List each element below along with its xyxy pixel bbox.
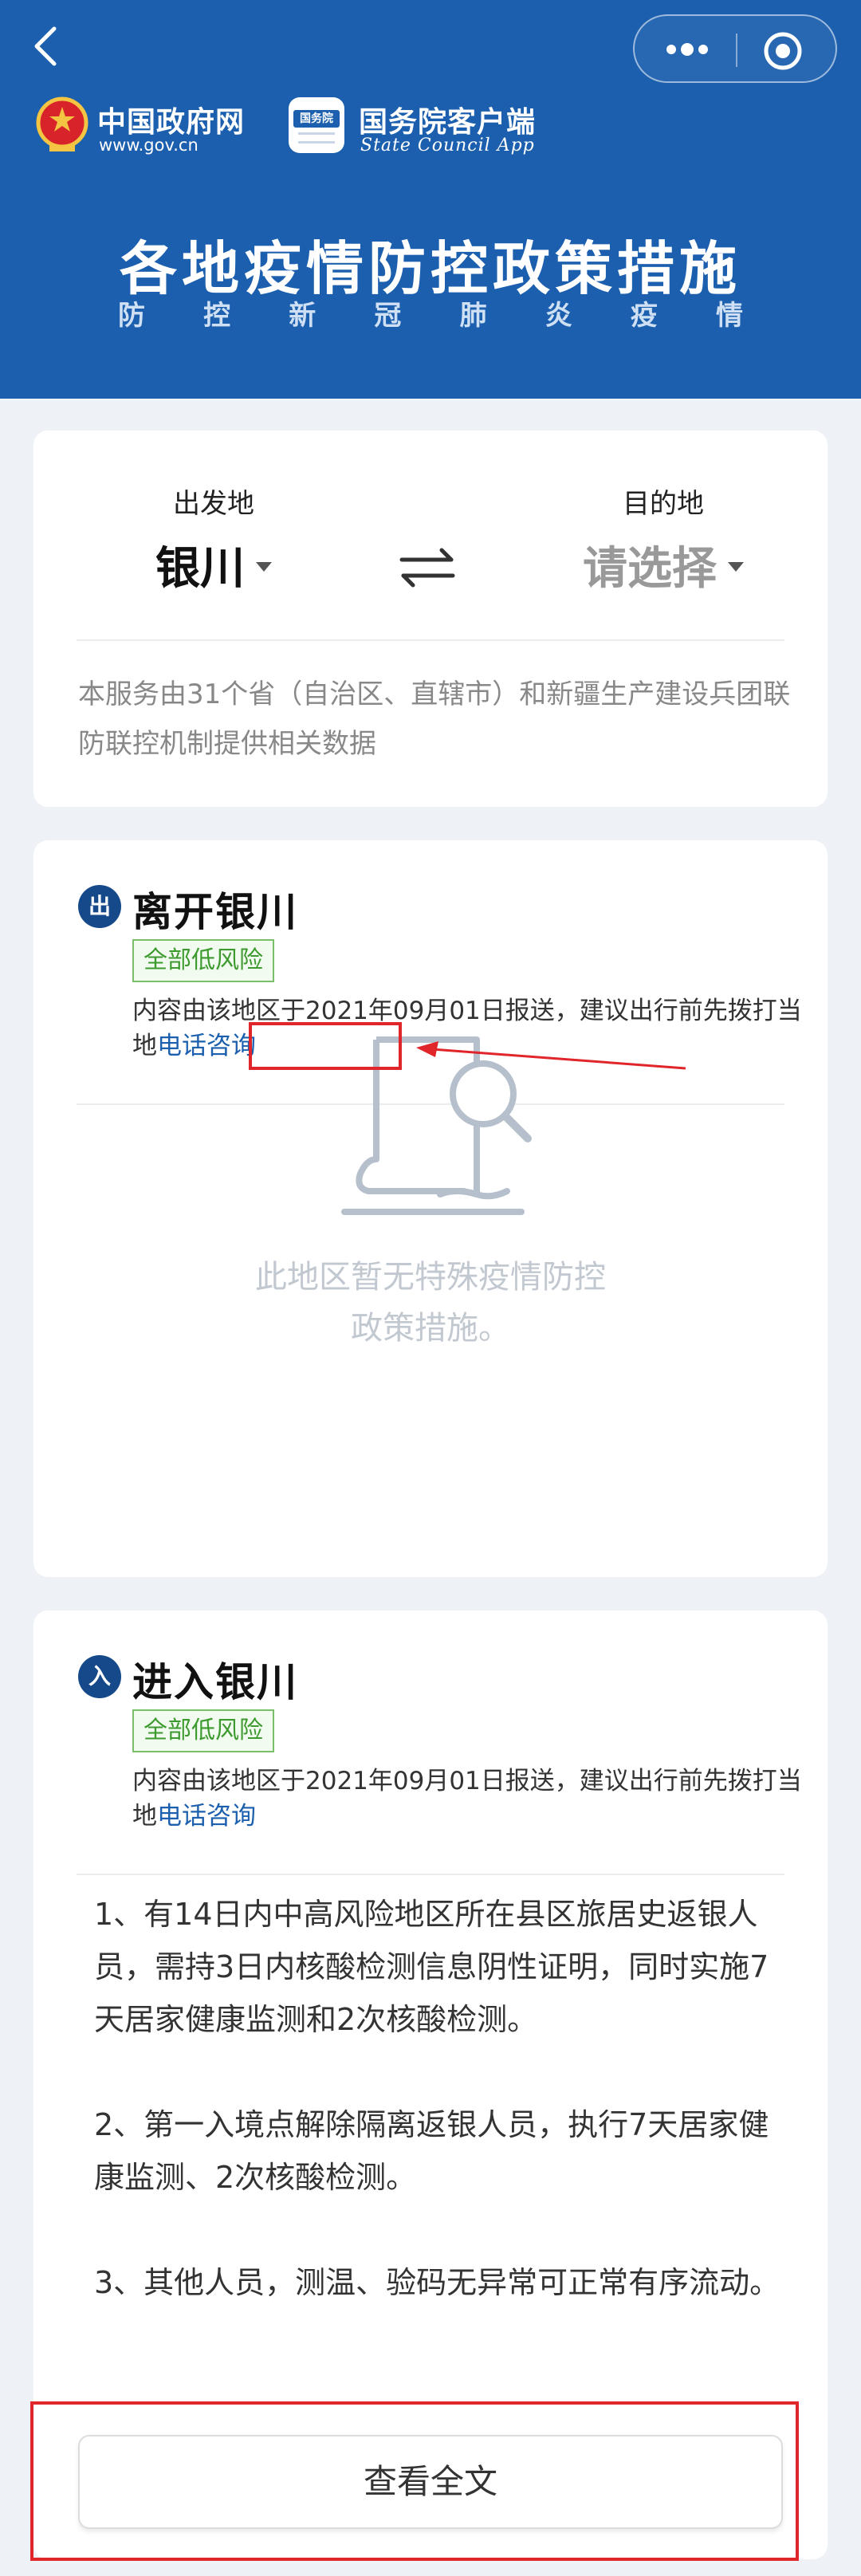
divider	[77, 1874, 784, 1875]
state-council-app-icon: 国务院	[289, 97, 344, 153]
departure-select[interactable]: 银川	[110, 533, 317, 597]
phone-consult-link[interactable]: 电话咨询	[157, 1032, 256, 1060]
page-subtitle: 防 控 新 冠 肺 炎 疫 情	[118, 293, 743, 332]
close-mini-program-icon[interactable]	[762, 30, 804, 72]
risk-level-tag: 全部低风险	[132, 1709, 274, 1752]
enter-badge: 入	[78, 1655, 121, 1698]
gov-site-name: 中国政府网	[97, 106, 246, 139]
enter-title: 进入银川	[132, 1659, 298, 1705]
subtitle-char: 疫	[630, 300, 658, 332]
subtitle-char: 冠	[374, 300, 402, 332]
dropdown-caret-icon	[256, 561, 272, 572]
leave-card: 出 离开银川 全部低风险 内容由该地区于2021年09月01日报送，建议出行前先…	[33, 840, 828, 1577]
destination-label: 目的地	[623, 488, 704, 520]
subtitle-char: 控	[203, 300, 231, 332]
annotation-arrow-icon	[416, 1041, 686, 1070]
report-info: 内容由该地区于2021年09月01日报送，建议出行前先拨打当地电话咨询	[132, 1764, 818, 1834]
sc-logo-text: 国务院	[300, 112, 333, 125]
departure-label: 出发地	[173, 488, 254, 520]
destination-value: 请选择	[583, 543, 717, 595]
annotation-highlight-box	[249, 1022, 402, 1070]
leave-badge: 出	[78, 885, 121, 928]
gov-site-url: www.gov.cn	[99, 136, 199, 155]
back-arrow-icon[interactable]	[24, 22, 72, 70]
subtitle-char: 炎	[545, 300, 572, 332]
route-card: 出发地 银川 目的地 请选择 本服务由31个省（自治区、直辖市）和新疆生产建设兵…	[33, 431, 828, 807]
service-note: 本服务由31个省（自治区、直辖市）和新疆生产建设兵团联防联控机制提供相关数据	[78, 678, 791, 760]
subtitle-char: 新	[289, 300, 316, 332]
empty-text-line: 此地区暂无特殊疫情防控	[255, 1259, 606, 1296]
sc-app-subtitle: State Council App	[360, 136, 535, 155]
empty-state-text: 此地区暂无特殊疫情防控 政策措施。	[191, 1252, 670, 1354]
mini-program-capsule	[633, 14, 837, 83]
departure-value: 银川	[155, 543, 245, 595]
subtitle-char: 防	[118, 300, 145, 332]
subtitle-char: 肺	[459, 300, 487, 332]
phone-consult-link[interactable]: 电话咨询	[157, 1802, 256, 1831]
destination-select[interactable]: 请选择	[560, 533, 767, 597]
swap-icon[interactable]	[395, 544, 459, 592]
sc-app-name: 国务院客户端	[359, 106, 537, 139]
annotation-highlight-box	[30, 2401, 799, 2561]
risk-level-tag: 全部低风险	[132, 939, 274, 982]
empty-text-line: 政策措施。	[351, 1310, 510, 1347]
more-icon[interactable]	[662, 32, 725, 67]
leave-title: 离开银川	[132, 889, 298, 935]
divider	[77, 639, 784, 641]
national-emblem-icon	[35, 96, 89, 155]
dropdown-caret-icon	[728, 561, 744, 572]
capsule-divider	[736, 33, 737, 67]
subtitle-char: 情	[715, 300, 743, 332]
header-banner: 中国政府网 www.gov.cn 国务院 国务院客户端 State Counci…	[0, 0, 861, 399]
policy-list: 1、有14日内中高风险地区所在县区旅居史返银人员，需持3日内核酸检测信息阴性证明…	[94, 1897, 780, 2300]
